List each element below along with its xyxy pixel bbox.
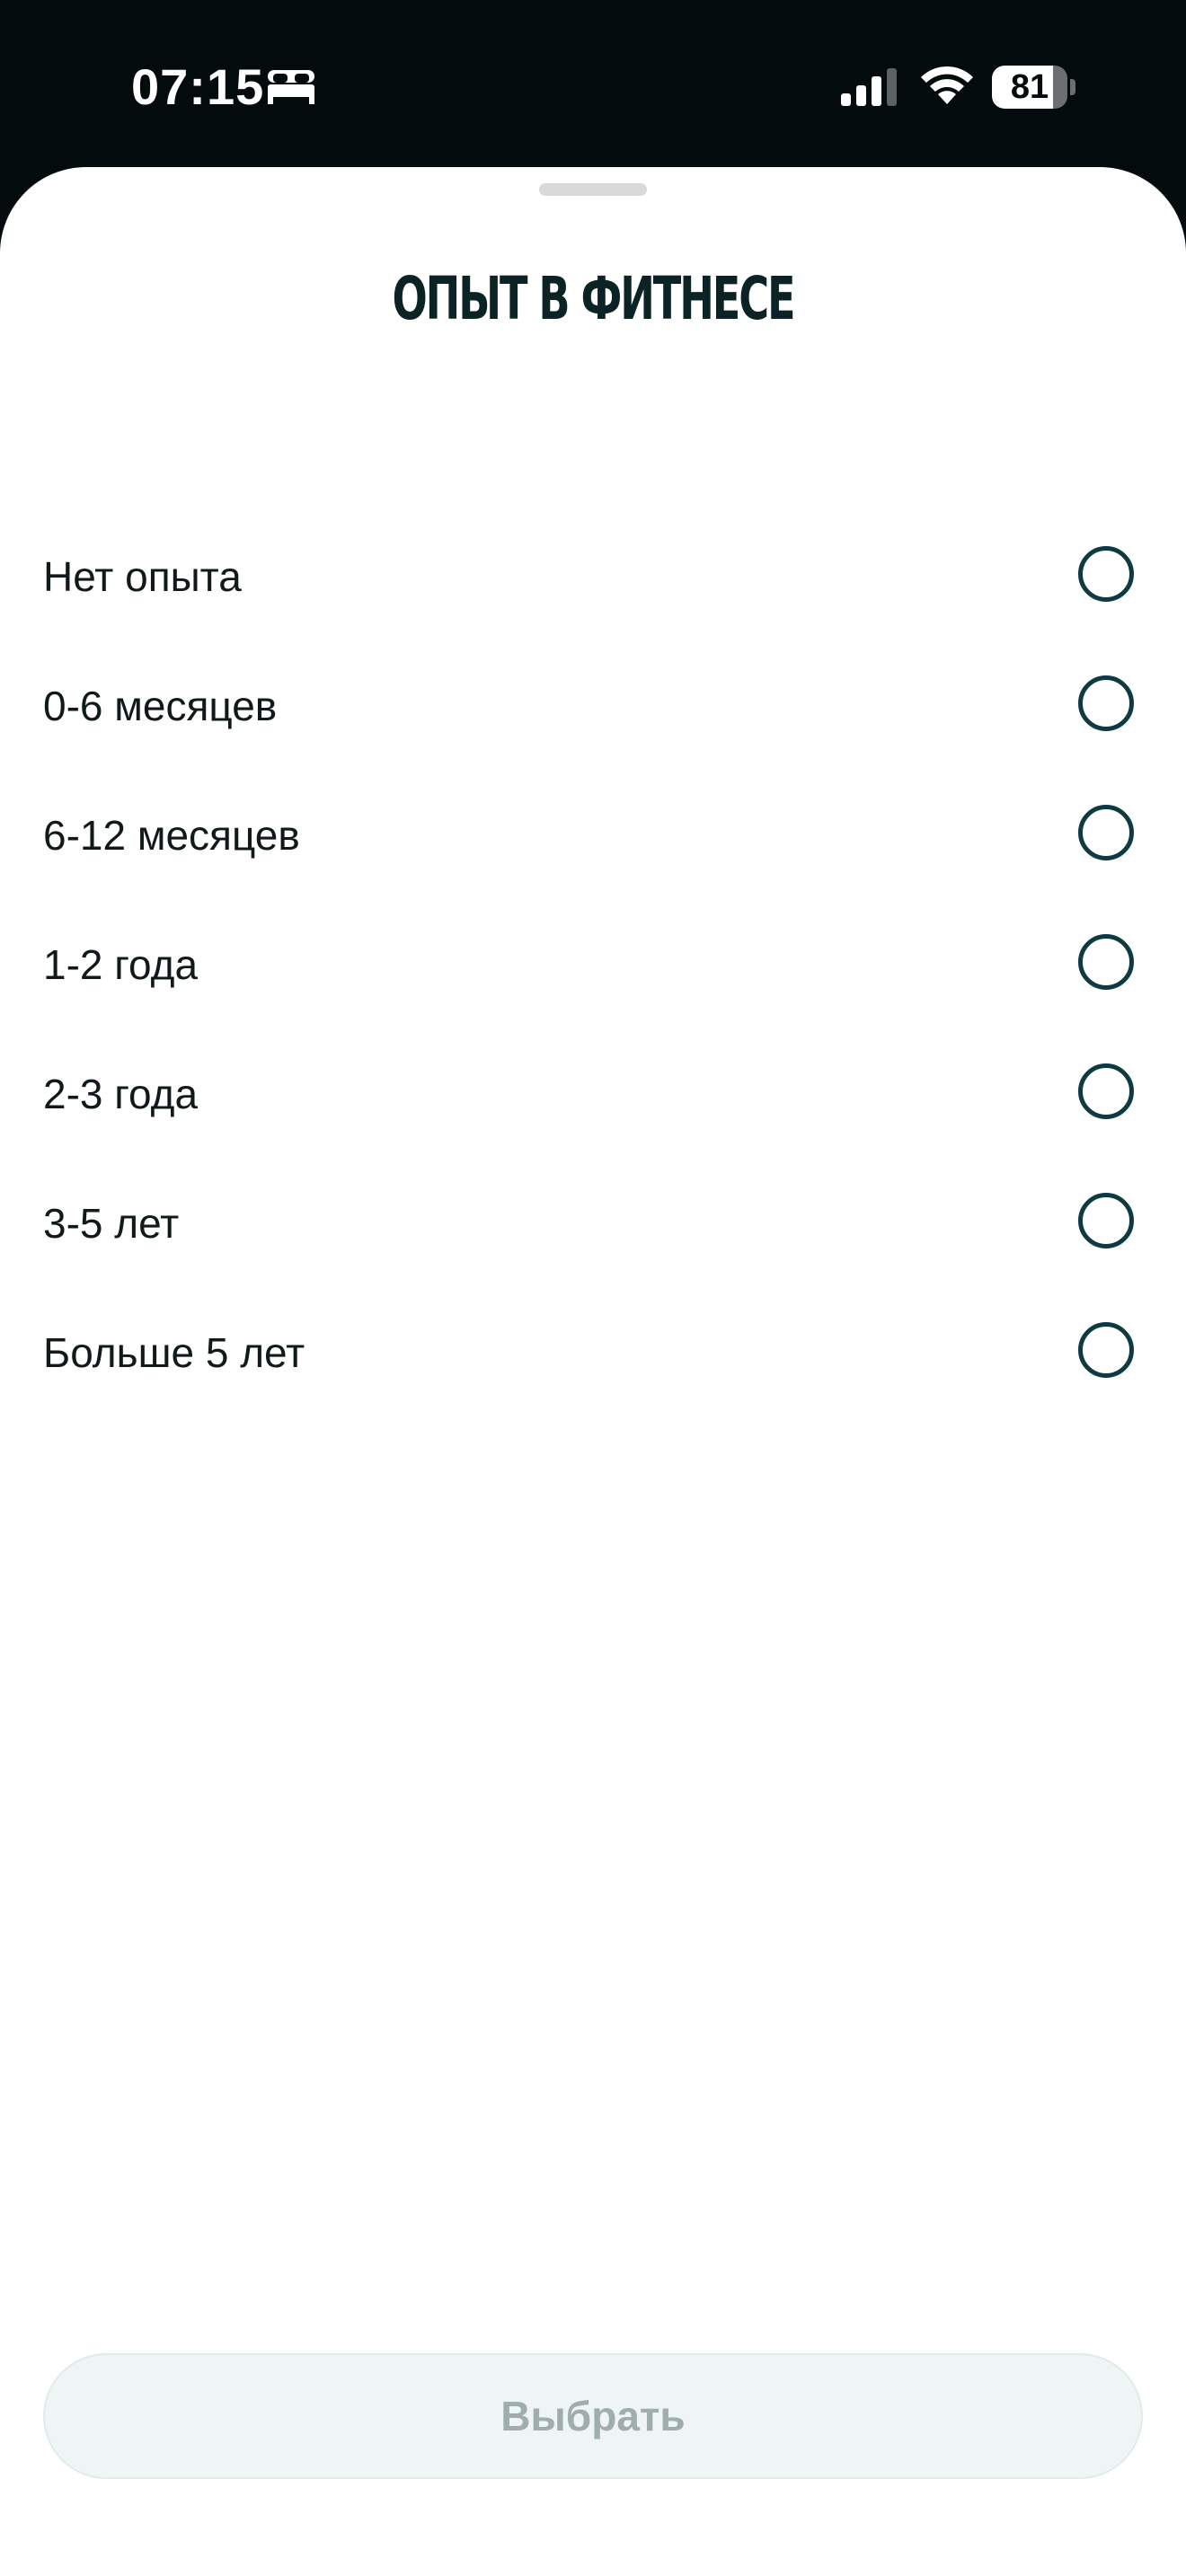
- option-1-2-years[interactable]: 1-2 года: [0, 900, 1186, 1029]
- radio-button[interactable]: [1078, 934, 1134, 990]
- battery-body: 81: [992, 66, 1067, 109]
- battery-icon: 81: [992, 66, 1075, 109]
- wifi-icon: [921, 66, 973, 104]
- option-6-12-months[interactable]: 6-12 месяцев: [0, 771, 1186, 900]
- option-more-than-5-years[interactable]: Больше 5 лет: [0, 1288, 1186, 1417]
- radio-button[interactable]: [1078, 675, 1134, 731]
- option-label: 1-2 года: [43, 941, 199, 988]
- option-label: 2-3 года: [43, 1071, 199, 1117]
- experience-options-list: Нет опыта 0-6 месяцев 6-12 месяцев 1-2 г…: [0, 512, 1186, 1417]
- option-label: 0-6 месяцев: [43, 683, 278, 729]
- battery-cap: [1070, 79, 1075, 95]
- option-label: Больше 5 лет: [43, 1329, 305, 1376]
- radio-button[interactable]: [1078, 546, 1134, 602]
- battery-level: 81: [1010, 68, 1049, 106]
- select-button[interactable]: Выбрать: [43, 2353, 1143, 2479]
- status-bar: 07:15 81: [0, 0, 1186, 171]
- radio-button[interactable]: [1078, 1193, 1134, 1248]
- status-time: 07:15: [131, 58, 265, 115]
- radio-button[interactable]: [1078, 1063, 1134, 1119]
- option-0-6-months[interactable]: 0-6 месяцев: [0, 641, 1186, 771]
- option-label: 3-5 лет: [43, 1200, 180, 1247]
- radio-button[interactable]: [1078, 805, 1134, 860]
- sheet-title: ОПЫТ В ФИТНЕСЕ: [392, 264, 796, 333]
- option-label: Нет опыта: [43, 553, 242, 600]
- option-no-experience[interactable]: Нет опыта: [0, 512, 1186, 641]
- option-label: 6-12 месяцев: [43, 812, 300, 859]
- radio-button[interactable]: [1078, 1322, 1134, 1378]
- cellular-signal-icon: [841, 68, 897, 106]
- option-2-3-years[interactable]: 2-3 года: [0, 1029, 1186, 1159]
- sheet-grabber[interactable]: [539, 183, 647, 196]
- bed-icon: [268, 70, 314, 104]
- option-3-5-years[interactable]: 3-5 лет: [0, 1159, 1186, 1288]
- screen: 07:15 81 ОПЫТ В ФИТНЕСЕ Нет опыта 0-6 ме…: [0, 0, 1186, 2576]
- bottom-sheet: ОПЫТ В ФИТНЕСЕ Нет опыта 0-6 месяцев 6-1…: [0, 167, 1186, 2576]
